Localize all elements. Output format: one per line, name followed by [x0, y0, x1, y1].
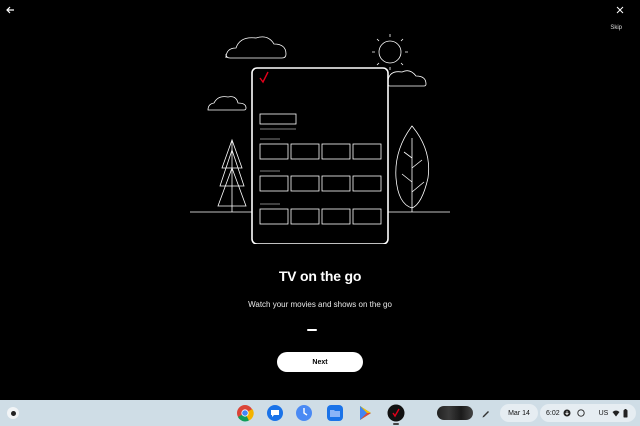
- back-arrow-icon[interactable]: [3, 3, 17, 17]
- clock-icon[interactable]: [294, 403, 314, 423]
- dnd-icon: [576, 409, 585, 417]
- time-label: 6:02: [546, 409, 560, 417]
- launcher-button[interactable]: [7, 407, 19, 419]
- next-button[interactable]: Next: [277, 352, 363, 372]
- cloud-icon: [225, 36, 287, 59]
- date-label: Mar 14: [508, 409, 530, 417]
- locale-label: US: [598, 409, 609, 417]
- wifi-icon: [612, 410, 620, 417]
- tv-on-the-go-illustration: [190, 34, 450, 244]
- page-subtitle: Watch your movies and shows on the go: [248, 300, 392, 309]
- page-title: TV on the go: [278, 268, 362, 284]
- tablet-frame: [251, 67, 389, 244]
- cloud-icon: [207, 96, 247, 111]
- play-store-icon[interactable]: [355, 403, 375, 423]
- date-tray[interactable]: Mar 14: [500, 404, 538, 422]
- stylus-icon[interactable]: [480, 407, 492, 419]
- leaf-tree-icon: [395, 125, 430, 212]
- shelf: Mar 14 6:02 US: [0, 400, 640, 426]
- battery-icon: [623, 408, 628, 417]
- active-app-indicator: [393, 423, 399, 425]
- files-icon[interactable]: [325, 403, 345, 423]
- media-controls-thumbnail[interactable]: [437, 406, 473, 420]
- page-indicator: [307, 329, 317, 331]
- media-preview: [437, 406, 473, 420]
- status-tray[interactable]: 6:02 US: [540, 404, 636, 422]
- verizon-icon[interactable]: [386, 403, 406, 423]
- app-window: Skip TV on the go Watch your movies and …: [0, 0, 640, 400]
- pine-tree-icon: [217, 138, 247, 212]
- cloud-icon: [386, 70, 427, 87]
- close-icon[interactable]: [614, 4, 626, 16]
- messages-icon[interactable]: [265, 403, 285, 423]
- skip-button[interactable]: Skip: [610, 25, 622, 31]
- download-icon: [563, 409, 571, 417]
- sun-icon: [372, 34, 408, 70]
- chrome-icon[interactable]: [235, 403, 255, 423]
